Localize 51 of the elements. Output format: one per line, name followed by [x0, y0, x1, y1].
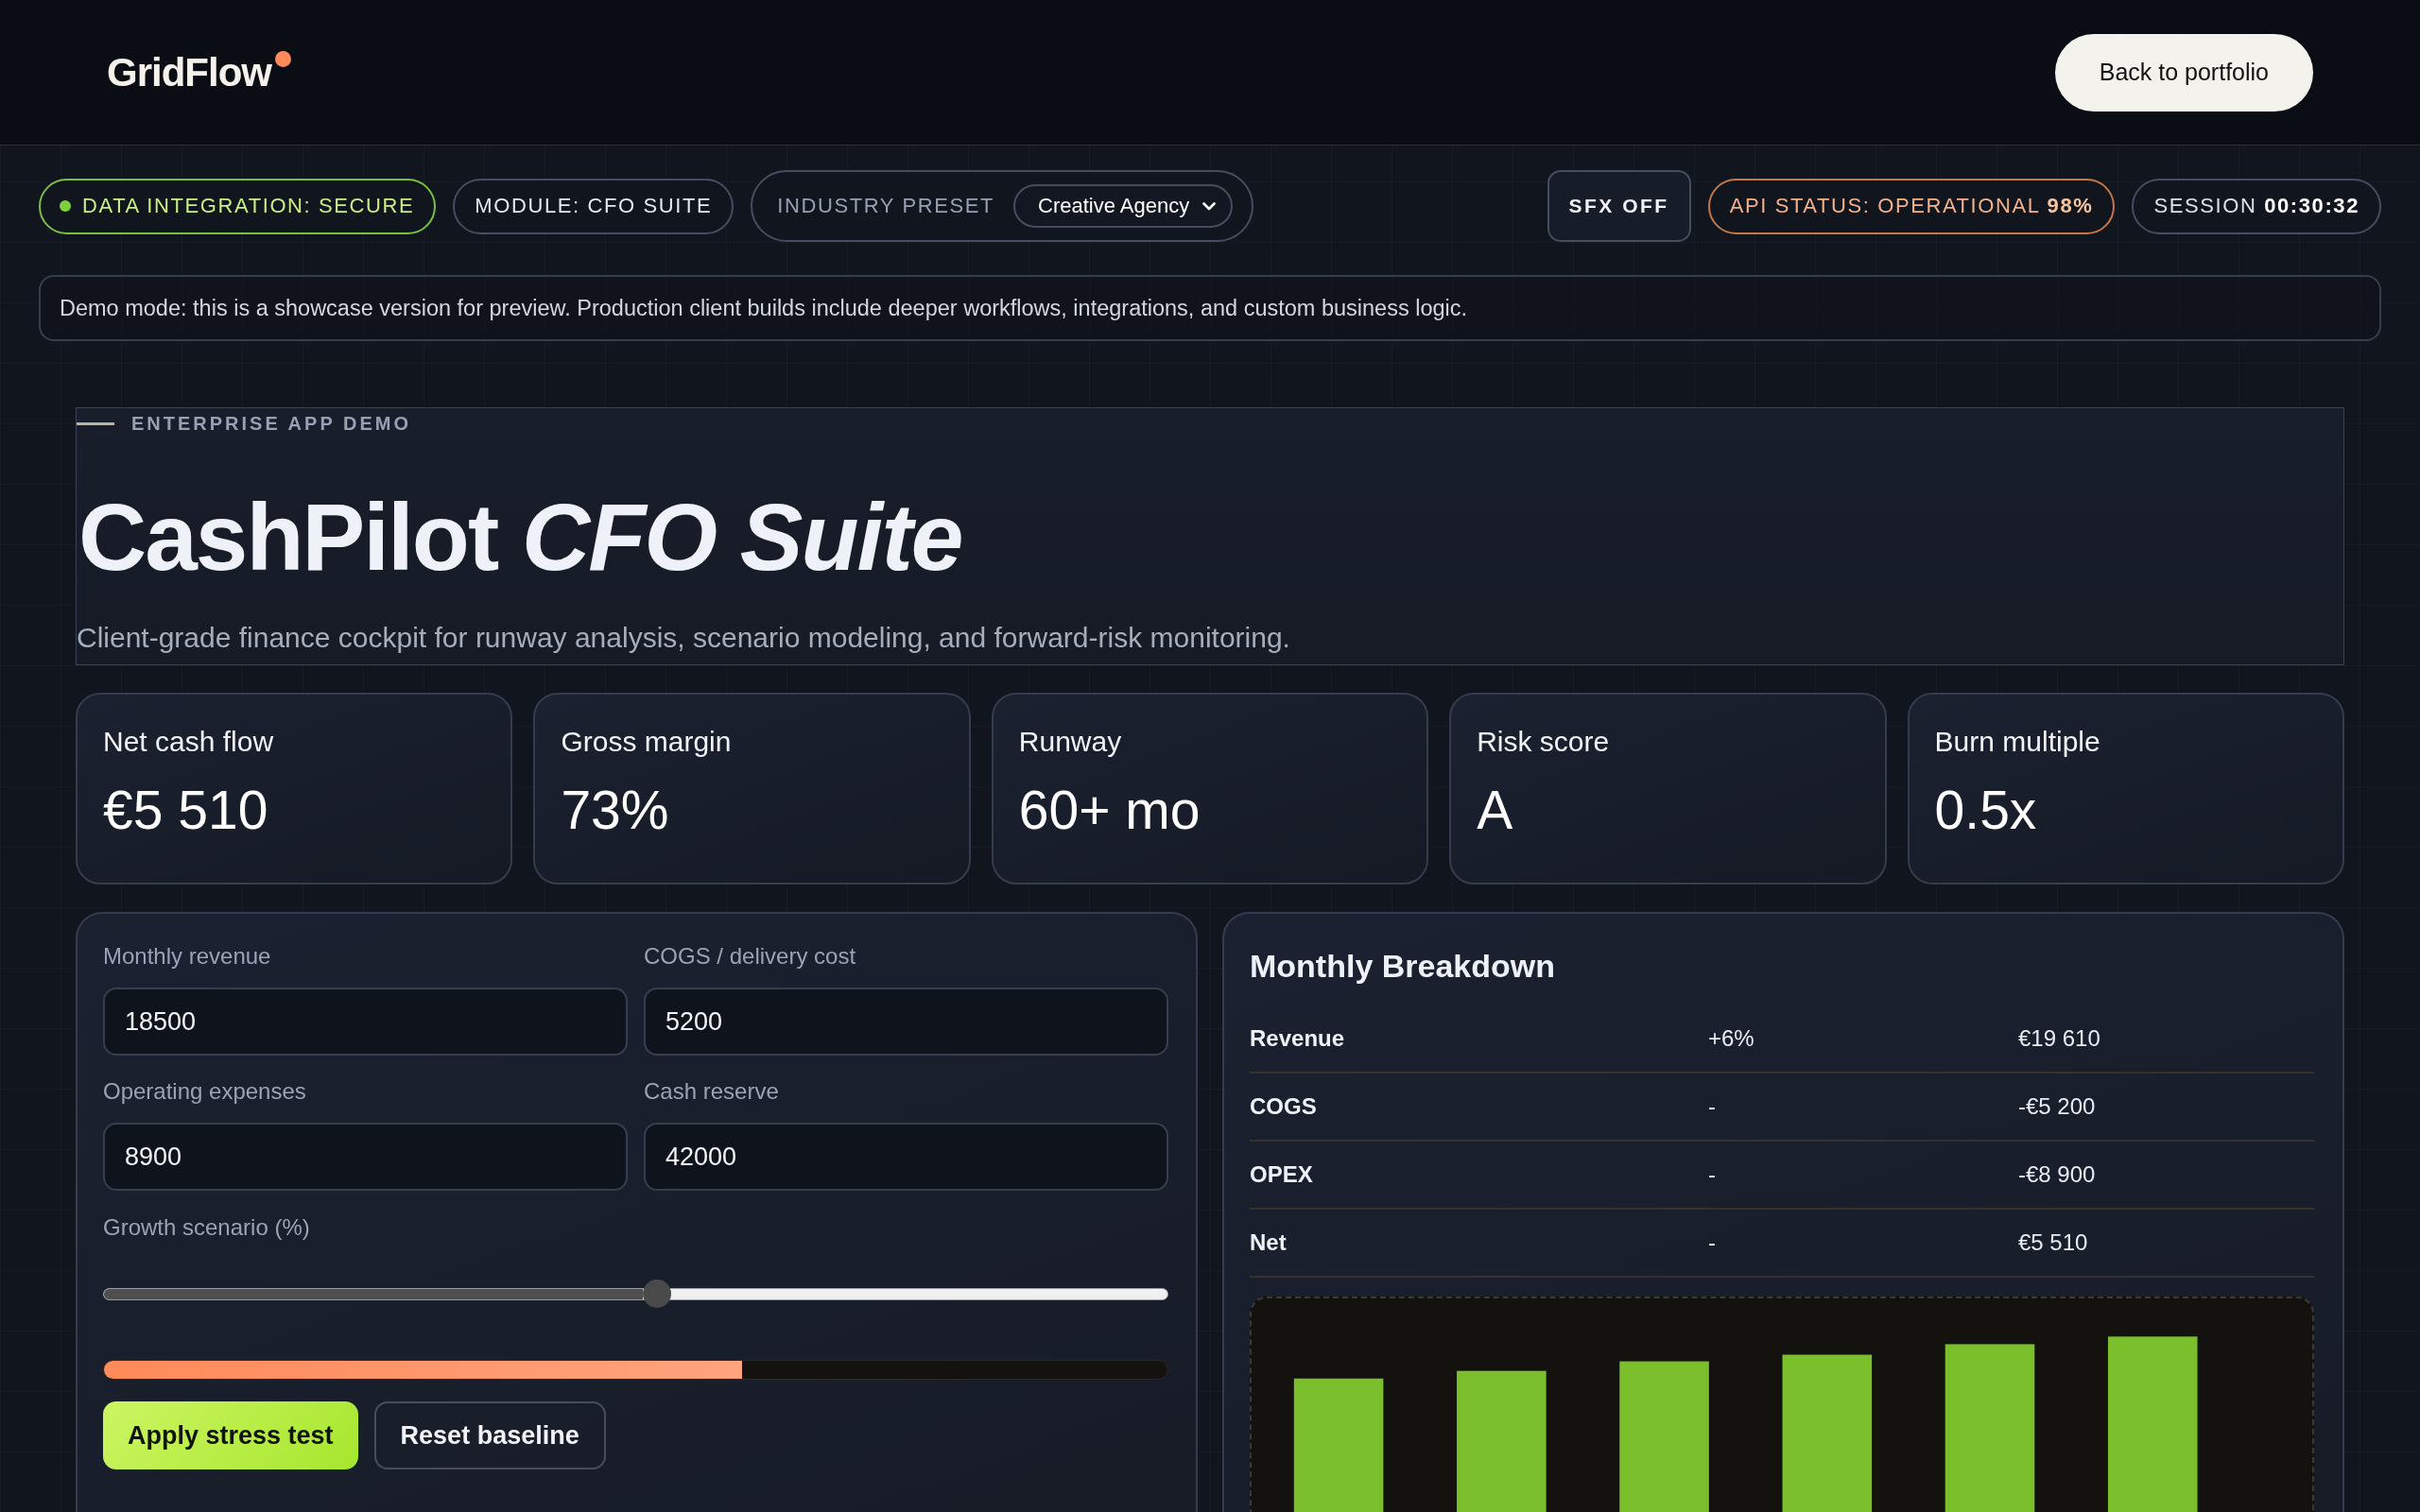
logo-dot-icon [275, 50, 291, 67]
chevron-down-icon [1202, 201, 1217, 211]
input-field[interactable]: 18500 [103, 988, 628, 1056]
kpi-value: 60+ mo [1018, 780, 1201, 840]
row-label: OPEX [1250, 1161, 1314, 1188]
primary-button[interactable]: Apply stress test [103, 1401, 358, 1469]
field-label: Monthly revenue [103, 942, 272, 971]
kpi-label: Risk score [1477, 725, 1611, 759]
kpi-value: 0.5x [1934, 780, 2038, 840]
row-label: COGS [1250, 1093, 1318, 1120]
row-label: Revenue [1250, 1025, 1346, 1052]
session-timer-badge: SESSION 00:30:32 [2132, 178, 2381, 234]
field-label: Operating expenses [103, 1077, 307, 1106]
preset-select[interactable]: Creative Agency [1013, 184, 1234, 228]
amount-cell-text: €19 610 [2018, 1025, 2101, 1052]
module-badge: MODULE: CFO SUITE [453, 178, 735, 234]
sound-toggle-button[interactable]: SFX OFF [1547, 170, 1691, 242]
slider-handle[interactable] [643, 1280, 671, 1308]
amount-cell-text: €5 510 [2018, 1229, 2089, 1256]
kpi-label: Net cash flow [103, 725, 275, 759]
amount-cell-text: -€5 200 [2018, 1093, 2097, 1120]
field-label: COGS / delivery cost [644, 942, 857, 971]
status-dot-icon [60, 200, 71, 212]
kpi-label: Burn multiple [1934, 725, 2101, 759]
kpi-label: Runway [1018, 725, 1123, 759]
demo-notice: Demo mode: this is a showcase version for preview. Production client builds include deeper workflows, integrations, and custom business logic. [39, 275, 2381, 341]
field-label: Cash reserve [644, 1077, 780, 1106]
change-cell-text: - [1708, 1229, 1717, 1256]
eyebrow-label: ENTERPRISE APP DEMO [131, 412, 411, 435]
kpi-value: 73% [561, 780, 670, 840]
change-cell-text: +6% [1708, 1025, 1755, 1052]
input-field[interactable]: 5200 [644, 988, 1168, 1056]
api-status-badge: API STATUS: OPERATIONAL 98% [1707, 178, 2116, 234]
kpi-label: Gross margin [561, 725, 733, 759]
kpi-value: A [1477, 780, 1514, 840]
secondary-button[interactable]: Reset baseline [373, 1401, 606, 1469]
row-label: Net [1250, 1229, 1288, 1256]
page-subtitle: Client-grade finance cockpit for runway analysis, scenario modeling, and forward-risk monitoring. [77, 621, 1291, 655]
change-cell-text: - [1708, 1161, 1717, 1188]
slider-label: Growth scenario (%) [103, 1213, 311, 1242]
amount-cell-text: -€8 900 [2018, 1161, 2097, 1188]
panel-title: Monthly Breakdown [1250, 947, 1557, 985]
integration-status-text: DATA INTEGRATION: SECURE [82, 194, 415, 218]
input-field[interactable]: 42000 [644, 1123, 1168, 1191]
page-title: CashPilot CFO Suite [78, 485, 963, 589]
input-field[interactable]: 8900 [103, 1123, 628, 1191]
back-button[interactable]: Back to portfolio [2054, 33, 2313, 112]
preset-label: INDUSTRY PRESET [777, 194, 994, 218]
kpi-value: €5 510 [103, 780, 269, 840]
change-cell-text: - [1708, 1093, 1717, 1120]
logo-text: GridFlow [107, 49, 271, 95]
